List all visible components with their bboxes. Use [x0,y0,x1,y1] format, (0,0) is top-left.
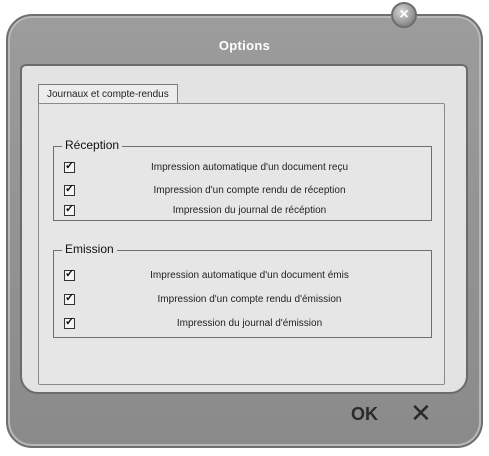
option-label: Impression du journal d'émission [176,317,323,329]
dialog-title: Options [218,38,271,53]
option-label: Impression automatique d'un document émi… [150,269,349,281]
checkbox-checked-icon[interactable] [64,315,75,329]
option-row: Impression du journal d'émission [64,315,424,331]
checkbox-checked-icon[interactable] [64,267,75,281]
option-label: Impression d'un compte rendu de réceptio… [153,184,346,196]
group-reception: Réception Impression automatique d'un do… [53,138,432,221]
checkbox-checked-icon[interactable] [64,291,75,305]
checkbox-checked-icon[interactable] [64,202,75,216]
close-button[interactable]: × [391,2,417,28]
close-icon: × [399,6,409,23]
tab-journaux[interactable]: Journaux et compte-rendus [38,84,178,104]
option-row: Impression d'un compte rendu d'émission [64,291,424,307]
tab-page: Réception Impression automatique d'un do… [38,103,445,385]
cancel-icon: ✕ [410,398,432,428]
option-row: Impression automatique d'un document reç… [64,159,424,175]
option-row: Impression automatique d'un document émi… [64,267,424,283]
option-row: Impression d'un compte rendu de réceptio… [64,182,424,198]
checkbox-checked-icon[interactable] [64,159,75,173]
group-emission: Emission Impression automatique d'un doc… [53,242,432,338]
ok-button[interactable]: OK [351,404,378,425]
option-row: Impression du journal de récéption [64,202,424,218]
option-label: Impression d'un compte rendu d'émission [157,293,342,305]
option-label: Impression automatique d'un document reç… [150,161,349,173]
checkbox-checked-icon[interactable] [64,182,75,196]
group-title: Réception [62,138,123,152]
group-title: Emission [62,242,117,256]
option-label: Impression du journal de récéption [172,204,327,216]
options-panel: Journaux et compte-rendus Réception Impr… [20,64,468,394]
cancel-button[interactable]: ✕ [410,398,432,429]
